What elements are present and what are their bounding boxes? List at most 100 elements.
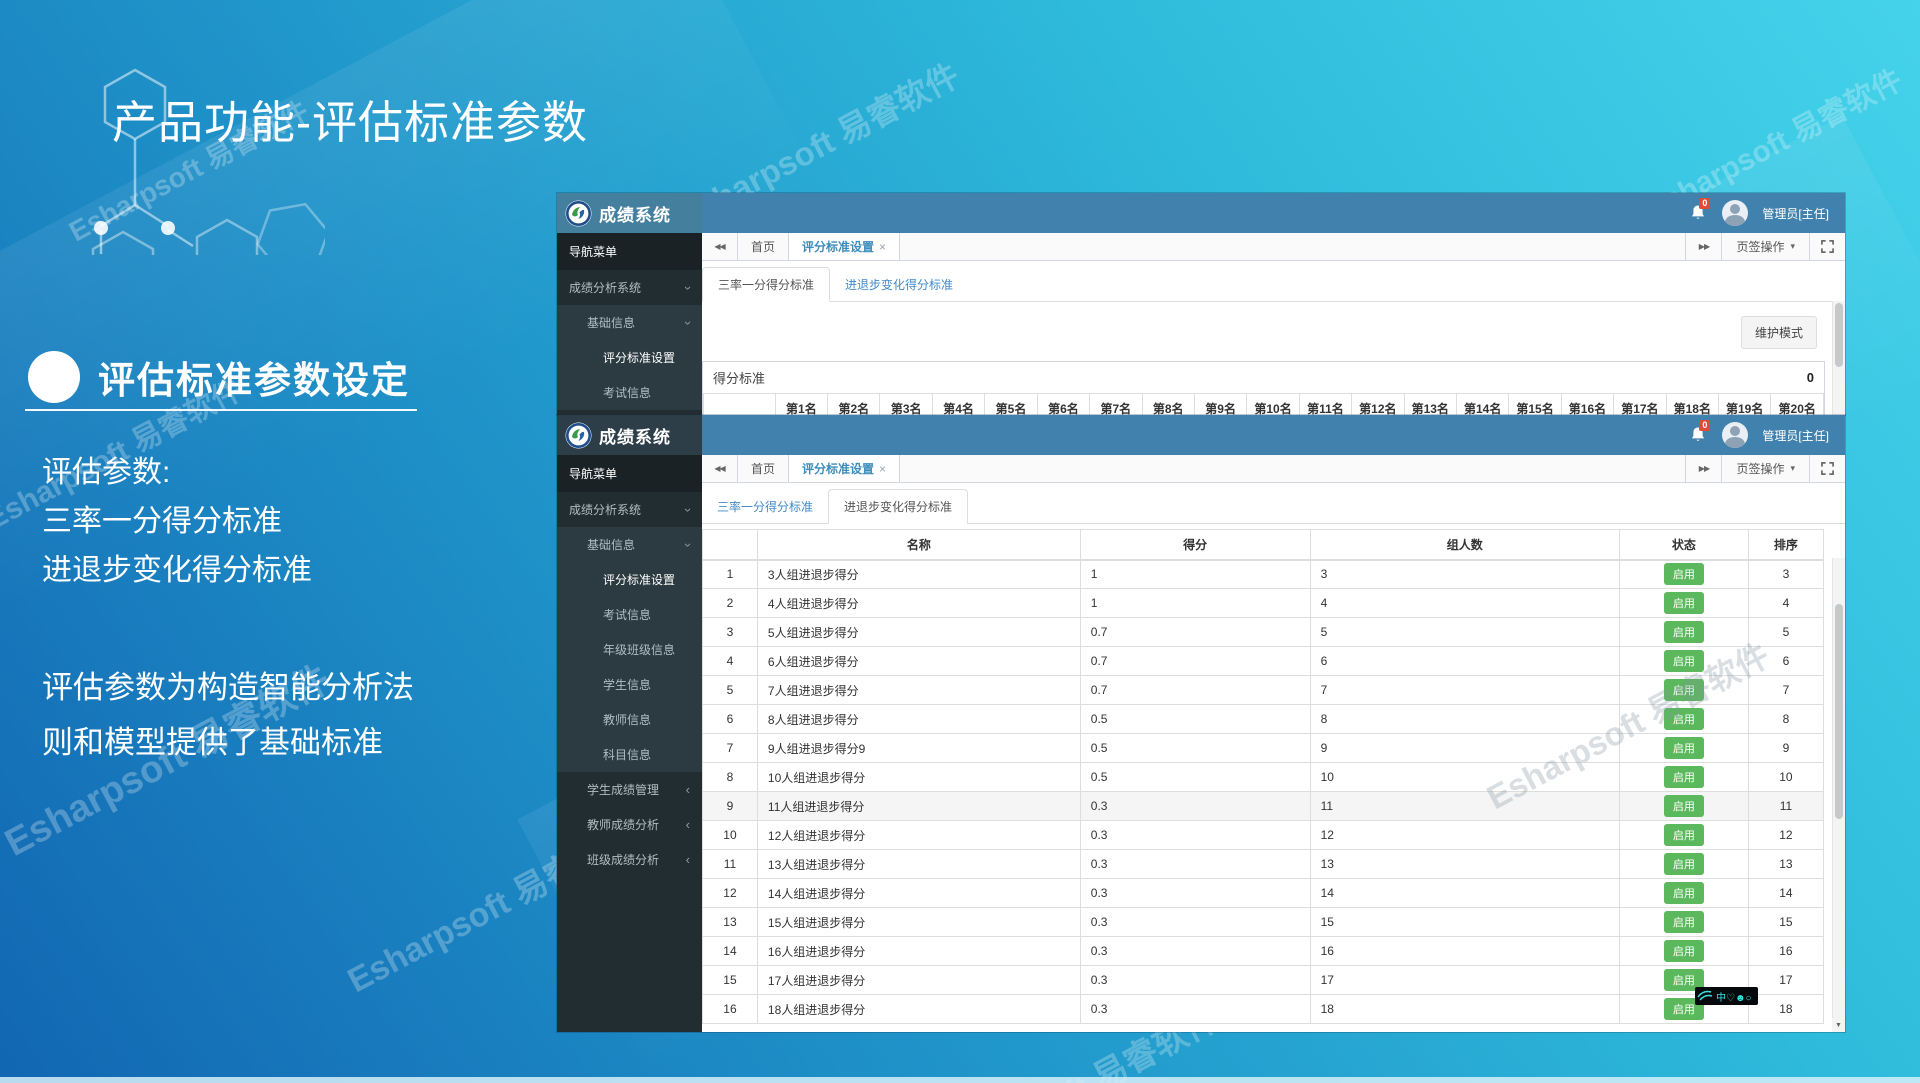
sidebar-item[interactable]: 科目信息 (557, 737, 702, 772)
app-logo[interactable]: 成绩系统 (557, 415, 702, 455)
sidebar-item[interactable]: 班级成绩分析 ‹ (557, 842, 702, 877)
sidebar-item[interactable]: 考试信息 (557, 597, 702, 632)
fullscreen-button[interactable] (1809, 233, 1845, 260)
avatar[interactable] (1722, 200, 1748, 226)
close-tab-icon[interactable]: × (879, 240, 886, 254)
tab-home[interactable]: 首页 (738, 233, 788, 260)
tab-score-settings[interactable]: 评分标准设置 × (788, 455, 900, 482)
chevron-down-icon: › (683, 507, 693, 511)
row-groupsize: 15 (1310, 908, 1619, 937)
subtab-progress-change[interactable]: 进退步变化得分标准 (830, 268, 968, 301)
rank-column-header: 第17名 (1614, 394, 1666, 416)
sidebar-item[interactable]: 考试信息 (557, 375, 702, 410)
row-index: 1 (703, 560, 758, 589)
status-badge: 启用 (1664, 650, 1704, 672)
subtab-progress-change[interactable]: 进退步变化得分标准 (828, 489, 968, 524)
sidebar-item[interactable]: 评分标准设置 (557, 562, 702, 597)
row-status: 启用 (1619, 589, 1748, 618)
scrollbar-thumb[interactable] (1835, 303, 1843, 367)
maintain-mode-button[interactable]: 维护模式 (1741, 316, 1817, 349)
sidebar-item[interactable]: 教师信息 (557, 702, 702, 737)
tab-label: 评分标准设置 (802, 238, 874, 255)
row-index: 5 (703, 676, 758, 705)
table-row[interactable]: 6 8人组进退步得分 0.5 8 启用 8 (703, 705, 1824, 734)
tab-home[interactable]: 首页 (738, 455, 788, 482)
table-row[interactable]: 14 16人组进退步得分 0.3 16 启用 16 (703, 937, 1824, 966)
paragraph-line: 评估参数为构造智能分析法 (42, 660, 414, 715)
notifications-button[interactable]: 0 (1690, 426, 1708, 444)
score-standard-panel: 得分标准 0 第1名第2名第3名第4名第5名第6名第7名第8名第9名第10名第1… (702, 361, 1825, 415)
status-badge: 启用 (1664, 621, 1704, 643)
table-row[interactable]: 3 5人组进退步得分 0.7 5 启用 5 (703, 618, 1824, 647)
row-index: 6 (703, 705, 758, 734)
row-order: 16 (1748, 937, 1823, 966)
sidebar-item[interactable]: 学生成绩管理 ‹ (557, 772, 702, 807)
sidebar-item[interactable]: 基础信息 › (557, 305, 702, 340)
tab-score-settings[interactable]: 评分标准设置 × (788, 233, 900, 260)
row-groupsize: 9 (1310, 734, 1619, 763)
tab-operations-dropdown[interactable]: 页签操作 ▾ (1721, 233, 1809, 260)
tab-operations-dropdown[interactable]: 页签操作 ▾ (1721, 455, 1809, 482)
sidebar-item[interactable]: 教师成绩分析 ‹ (557, 807, 702, 842)
table-row[interactable]: 15 17人组进退步得分 0.3 17 启用 17 (703, 966, 1824, 995)
subtab-three-rates[interactable]: 三率一分得分标准 (702, 267, 830, 302)
bottom-edge-strip (0, 1077, 1920, 1083)
col-status: 状态 (1619, 530, 1748, 560)
sidebar-item-label: 基础信息 (587, 536, 635, 553)
notifications-button[interactable]: 0 (1690, 204, 1708, 222)
app-body: 导航菜单 成绩分析系统 › 基础信息 › (557, 233, 1845, 415)
close-tab-icon[interactable]: × (879, 462, 886, 476)
sidebar-item[interactable]: 基础信息 › (557, 527, 702, 562)
table-row[interactable]: 1 3人组进退步得分 1 3 启用 3 (703, 560, 1824, 589)
vertical-scrollbar[interactable] (1832, 558, 1845, 1018)
panel-tool-icon[interactable]: 0 (1807, 370, 1814, 385)
table-row[interactable]: 10 12人组进退步得分 0.3 12 启用 12 (703, 821, 1824, 850)
sidebar-item[interactable]: 成绩分析系统 › (557, 492, 702, 527)
scroll-tabs-left-button[interactable]: ◀◀ (702, 233, 738, 260)
vertical-scrollbar[interactable] (1832, 301, 1845, 415)
table-row[interactable]: 13 15人组进退步得分 0.3 15 启用 15 (703, 908, 1824, 937)
row-score: 1 (1080, 589, 1310, 618)
scroll-tabs-right-button[interactable]: ▶▶ (1685, 455, 1721, 482)
scroll-tabs-right-button[interactable]: ▶▶ (1685, 233, 1721, 260)
row-order: 4 (1748, 589, 1823, 618)
sidebar-item[interactable]: 成绩分析系统 › (557, 270, 702, 305)
scroll-tabs-left-button[interactable]: ◀◀ (702, 455, 738, 482)
fullscreen-button[interactable] (1809, 455, 1845, 482)
app-logo[interactable]: 成绩系统 (557, 193, 702, 233)
scrollbar-down-button[interactable]: ▼ (1832, 1018, 1845, 1032)
row-groupsize: 16 (1310, 937, 1619, 966)
col-index (703, 530, 758, 560)
tab-bar-right: ▶▶ 页签操作 ▾ (1685, 233, 1845, 260)
table-row[interactable]: 2 4人组进退步得分 1 4 启用 4 (703, 589, 1824, 618)
row-order: 13 (1748, 850, 1823, 879)
table-row[interactable]: 5 7人组进退步得分 0.7 7 启用 7 (703, 676, 1824, 705)
row-score: 0.3 (1080, 879, 1310, 908)
row-order: 18 (1748, 995, 1823, 1024)
table-row[interactable]: 8 10人组进退步得分 0.5 10 启用 10 (703, 763, 1824, 792)
table-row[interactable]: 16 18人组进退步得分 0.3 18 启用 18 (703, 995, 1824, 1024)
row-index: 11 (703, 850, 758, 879)
avatar[interactable] (1722, 422, 1748, 448)
scrollbar-thumb[interactable] (1835, 604, 1843, 819)
body-line: 三率一分得分标准 (42, 497, 312, 546)
sidebar-item[interactable]: 学生信息 (557, 667, 702, 702)
rank-column-header: 第10名 (1247, 394, 1299, 416)
table-row[interactable]: 7 9人组进退步得分9 0.5 9 启用 9 (703, 734, 1824, 763)
table-row[interactable]: 11 13人组进退步得分 0.3 13 启用 13 (703, 850, 1824, 879)
table-row[interactable]: 9 11人组进退步得分 0.3 11 启用 11 (703, 792, 1824, 821)
sidebar-item[interactable]: 评分标准设置 (557, 340, 702, 375)
row-score: 0.5 (1080, 763, 1310, 792)
row-groupsize: 12 (1310, 821, 1619, 850)
table-row[interactable]: 12 14人组进退步得分 0.3 14 启用 14 (703, 879, 1824, 908)
panel-title: 得分标准 (713, 368, 765, 387)
rank-column-header: 第7名 (1090, 394, 1142, 416)
sidebar-item[interactable]: 年级班级信息 (557, 632, 702, 667)
row-name: 8人组进退步得分 (757, 705, 1080, 734)
subtab-three-rates[interactable]: 三率一分得分标准 (702, 490, 828, 523)
table-row[interactable]: 4 6人组进退步得分 0.7 6 启用 6 (703, 647, 1824, 676)
row-index: 14 (703, 937, 758, 966)
rank-header-row: 第1名第2名第3名第4名第5名第6名第7名第8名第9名第10名第11名第12名第… (704, 394, 1824, 416)
sidebar: 导航菜单 成绩分析系统 › 基础信息 › (557, 455, 702, 1032)
body-line: 评估参数: (42, 448, 312, 497)
